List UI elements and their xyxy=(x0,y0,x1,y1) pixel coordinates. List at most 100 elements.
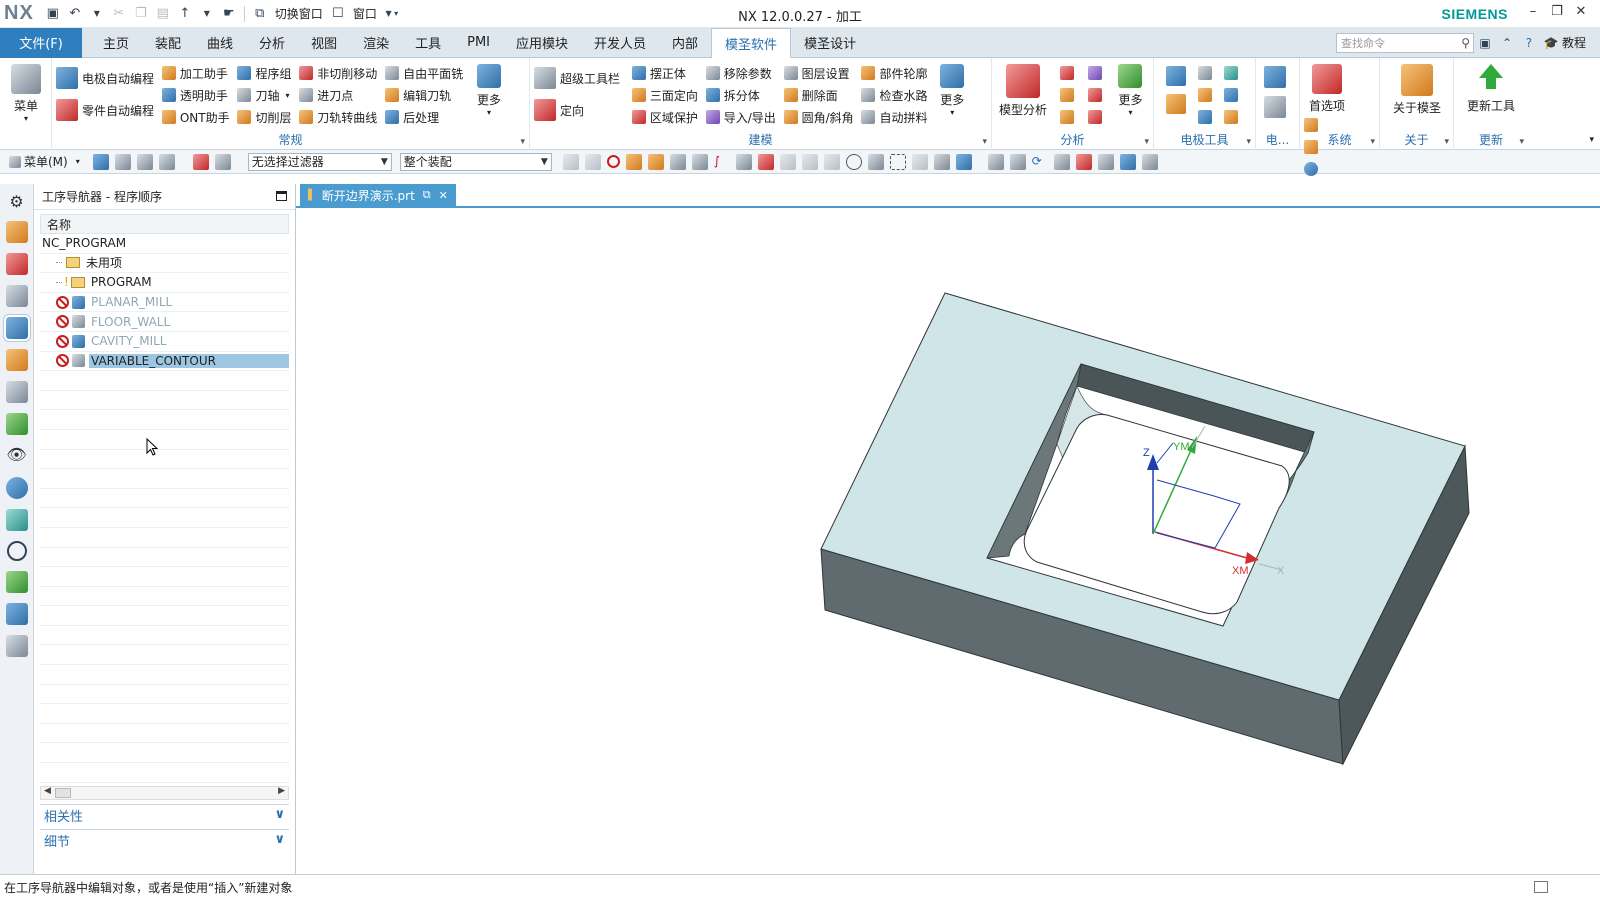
postprocess-button[interactable]: 后处理 xyxy=(385,106,463,128)
display-icon[interactable] xyxy=(1097,153,1114,170)
minimize-button[interactable]: – xyxy=(1522,4,1544,22)
layer-settings-button[interactable]: 图层设置 xyxy=(783,62,854,84)
scrollbar-thumb[interactable] xyxy=(55,788,71,798)
transparent-assistant-button[interactable]: 透明助手 xyxy=(161,84,230,106)
remove-params-button[interactable]: 移除参数 xyxy=(705,62,776,84)
group-update-expand-icon[interactable]: ▾ xyxy=(1519,137,1524,147)
render-style-icon[interactable] xyxy=(1075,153,1092,170)
repeat-command-icon[interactable]: ↑ xyxy=(177,6,193,22)
tab-mosheng-design[interactable]: 模圣设计 xyxy=(791,28,869,58)
group-analysis-expand-icon[interactable]: ▾ xyxy=(1144,137,1149,147)
entry-point-button[interactable]: 进刀点 xyxy=(299,84,377,106)
tree-empty-area[interactable] xyxy=(40,371,289,783)
main-menu-button[interactable]: 菜单 ▾ xyxy=(4,62,48,123)
analysis-more-button[interactable]: 更多 ▾ xyxy=(1113,62,1147,117)
update-tool-button[interactable]: 更新工具 xyxy=(1458,62,1524,114)
body-filter-icon[interactable] xyxy=(625,153,642,170)
snap-icon[interactable] xyxy=(562,153,579,170)
snap-point-icon[interactable] xyxy=(867,153,884,170)
part-model[interactable]: Z YM XM X xyxy=(297,208,1600,874)
group-electrode-expand-icon[interactable]: ▾ xyxy=(1246,137,1251,147)
import-export-button[interactable]: 导入/导出 xyxy=(705,106,776,128)
curve-filter-icon[interactable]: ∫ xyxy=(714,154,730,170)
group-system-expand-icon[interactable]: ▾ xyxy=(1370,137,1375,147)
point-filter-icon[interactable] xyxy=(735,153,752,170)
machine-tool-navigator-icon[interactable] xyxy=(5,349,28,371)
circle-snap-icon[interactable] xyxy=(845,153,862,170)
undock-icon[interactable]: ⧉ xyxy=(423,188,431,202)
sheet-filter-icon[interactable] xyxy=(691,153,708,170)
save-icon[interactable]: ▣ xyxy=(45,6,61,22)
tree-item-program[interactable]: ! PROGRAM xyxy=(40,273,289,293)
box-select-icon[interactable] xyxy=(889,153,906,170)
tool-axis-button[interactable]: 刀轴 ▾ xyxy=(237,84,291,106)
tab-applications[interactable]: 应用模块 xyxy=(503,28,581,58)
copy-icon[interactable]: ❐ xyxy=(133,6,149,22)
cut-icon[interactable]: ✂ xyxy=(111,6,127,22)
restore-button[interactable]: ❐ xyxy=(1546,4,1568,22)
auto-stock-button[interactable]: 自动拼料 xyxy=(861,106,927,128)
selection-scope-select[interactable]: 整个装配 ▼ xyxy=(399,152,552,171)
view-icon[interactable] xyxy=(933,153,950,170)
menu-dropdown-arrow-icon[interactable]: ▾ xyxy=(76,157,80,166)
fit-view-icon[interactable] xyxy=(987,153,1004,170)
electrode-tool-4-button[interactable] xyxy=(1223,62,1242,84)
column-header-name[interactable]: 名称 xyxy=(40,214,289,234)
toolpath-to-curve-button[interactable]: 刀轨转曲线 xyxy=(299,106,377,128)
roles-icon[interactable] xyxy=(5,635,28,657)
repeat-dropdown-icon[interactable]: ▼ xyxy=(199,6,215,22)
command-search-input[interactable]: 查找命令 ⚲ xyxy=(1335,32,1474,53)
dependency-panel-header[interactable]: 相关性 ∨ xyxy=(40,804,289,826)
orient-button[interactable]: 定向 xyxy=(534,94,620,126)
electrode-tool-1-button[interactable] xyxy=(1197,62,1216,84)
section-icon[interactable] xyxy=(1141,153,1158,170)
tab-internal[interactable]: 内部 xyxy=(659,28,711,58)
settings-icon[interactable]: ⚙ xyxy=(8,193,26,211)
three-face-orient-button[interactable]: 三面定向 xyxy=(631,84,698,106)
snap-icon[interactable] xyxy=(584,153,601,170)
operation-navigator-icon[interactable] xyxy=(3,315,30,341)
selection-tool-icon[interactable] xyxy=(136,153,153,170)
split-body-button[interactable]: 拆分体 xyxy=(705,84,776,106)
e2-tool-1-button[interactable] xyxy=(1264,62,1290,92)
tab-pmi[interactable]: PMI xyxy=(454,28,503,58)
check-waterline-button[interactable]: 检查水路 xyxy=(861,84,927,106)
draft-analysis-button[interactable] xyxy=(1087,106,1106,128)
tree-item-cavity-mill[interactable]: CAVITY_MILL xyxy=(40,332,289,352)
solid-filter-icon[interactable] xyxy=(669,153,686,170)
process-studio-icon[interactable] xyxy=(5,603,28,625)
tab-render[interactable]: 渲染 xyxy=(350,28,402,58)
close-button[interactable]: ✕ xyxy=(1570,4,1592,22)
snap-point-icon[interactable] xyxy=(823,153,840,170)
snap-point-icon[interactable] xyxy=(801,153,818,170)
electrode-tool-5-button[interactable] xyxy=(1223,84,1242,106)
super-toolbar-button[interactable]: 超级工具栏 xyxy=(534,62,620,94)
status-toggle-icon[interactable] xyxy=(1534,881,1548,893)
undo-dropdown-icon[interactable]: ▼ xyxy=(89,6,105,22)
no-filter-icon[interactable] xyxy=(606,155,620,168)
graphics-window[interactable]: Z YM XM X xyxy=(297,208,1600,874)
reuse-library-icon[interactable] xyxy=(5,413,28,435)
electrode-tool-2-button[interactable] xyxy=(1197,84,1216,106)
window-icon[interactable]: ☐ xyxy=(330,6,346,22)
document-tab[interactable]: ▌ 断开边界演示.prt ⧉ ✕ xyxy=(300,184,456,206)
zoom-icon[interactable] xyxy=(1009,153,1026,170)
machining-feature-navigator-icon[interactable] xyxy=(5,381,28,403)
fillet-chamfer-button[interactable]: 圆角/斜角 xyxy=(783,106,854,128)
part-navigator-icon[interactable] xyxy=(5,285,28,307)
window-menu-button[interactable]: 窗口 xyxy=(353,5,377,22)
fullscreen-icon[interactable]: ▣ xyxy=(1474,36,1496,50)
tab-mosheng-software[interactable]: 模圣软件 xyxy=(711,27,792,59)
tree-item-planar-mill[interactable]: PLANAR_MILL xyxy=(40,293,289,313)
collapse-ribbon-icon[interactable]: ⌃ xyxy=(1496,36,1518,50)
view-cube-icon[interactable] xyxy=(955,153,972,170)
group-about-expand-icon[interactable]: ▾ xyxy=(1444,137,1449,147)
paste-icon[interactable]: ▤ xyxy=(155,6,171,22)
face-analysis-button[interactable] xyxy=(1087,62,1106,84)
tutorial-icon[interactable]: 🎓 xyxy=(1540,36,1562,50)
selection-filter-icon[interactable] xyxy=(214,153,231,170)
history-icon[interactable] xyxy=(6,541,27,561)
color-analysis-button[interactable] xyxy=(1059,84,1078,106)
about-mosheng-button[interactable]: 关于模圣 xyxy=(1384,62,1450,116)
touch-mode-icon[interactable]: ☛ xyxy=(221,6,237,22)
